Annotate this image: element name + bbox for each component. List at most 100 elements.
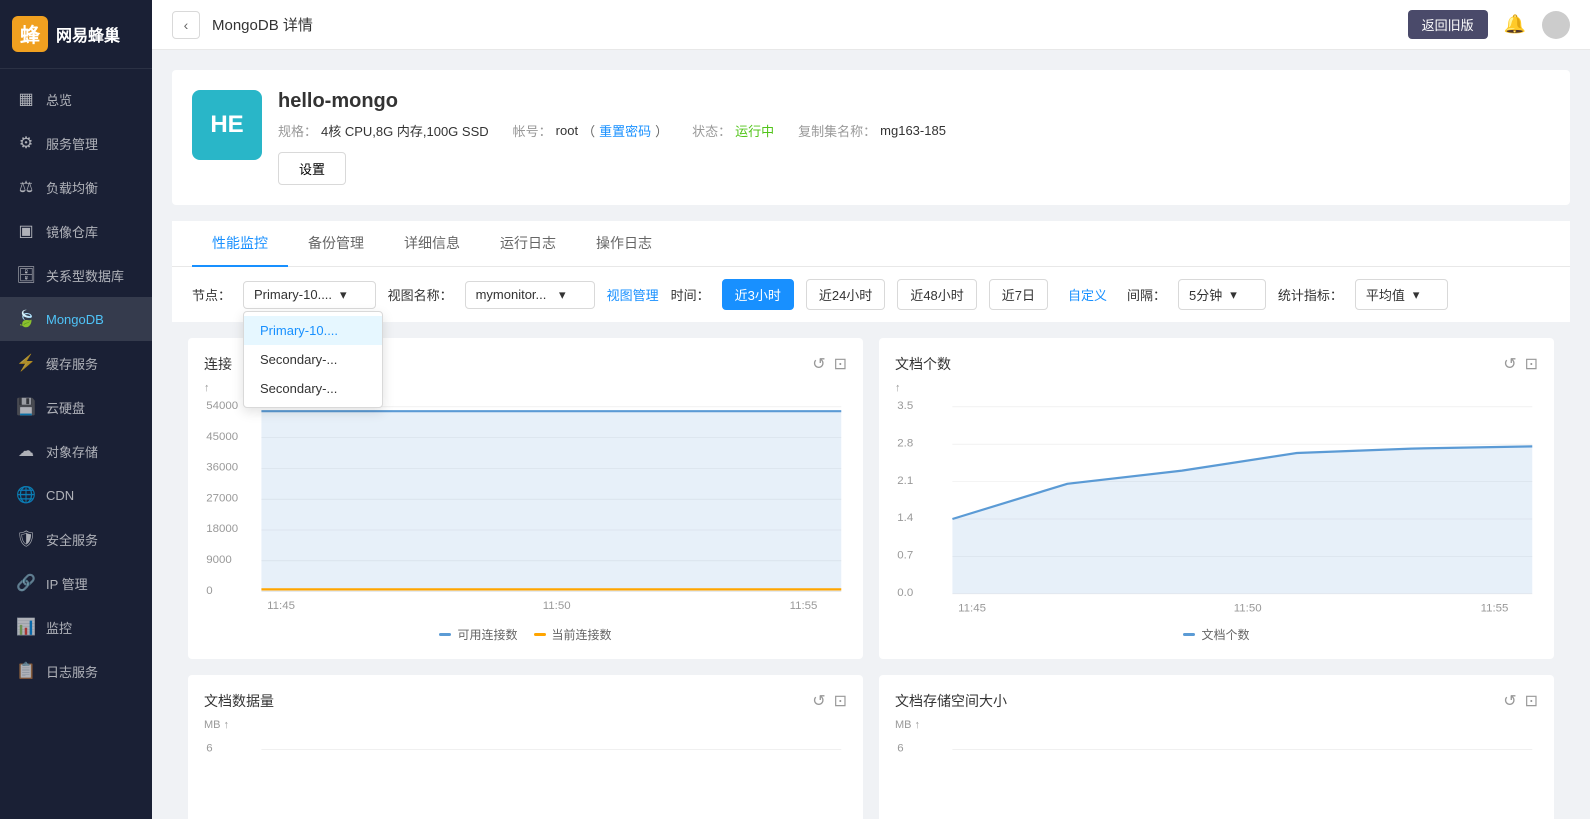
sidebar-item-disk[interactable]: 💾 云硬盘 xyxy=(0,385,152,429)
tab-detail[interactable]: 详细信息 xyxy=(384,221,480,267)
sidebar-item-label: 监控 xyxy=(46,618,72,637)
logo-text: 网易蜂巢 xyxy=(56,22,120,46)
reset-password-link[interactable]: 重置密码 xyxy=(599,121,651,140)
cache-icon: ⚡ xyxy=(16,353,36,373)
legend-label-doc-count: 文档个数 xyxy=(1201,626,1249,643)
logo-icon: 蜂 xyxy=(12,16,48,52)
stat-select-button[interactable]: 平均值 ▾ xyxy=(1355,279,1449,310)
user-avatar[interactable] xyxy=(1542,11,1570,39)
svg-text:18000: 18000 xyxy=(206,523,238,535)
sidebar-item-service[interactable]: ⚙ 服务管理 xyxy=(0,121,152,165)
sidebar-item-label: 缓存服务 xyxy=(46,354,98,373)
sidebar-item-rdb[interactable]: 🗄 关系型数据库 xyxy=(0,253,152,297)
chart-doc-count-area: 3.5 2.8 2.1 1.4 0.7 0.0 xyxy=(895,398,1538,618)
status-item: 状态： 运行中 xyxy=(692,121,774,140)
interval-select-button[interactable]: 5分钟 ▾ xyxy=(1178,279,1266,310)
node-option-secondary2[interactable]: Secondary-... xyxy=(244,374,382,403)
chart-doc-data-actions: ↺ ⊡ xyxy=(812,691,847,711)
view-select-wrapper: mymonitor... ▾ xyxy=(465,281,595,309)
tab-oplog[interactable]: 操作日志 xyxy=(576,221,672,267)
svg-text:蜂: 蜂 xyxy=(20,23,41,47)
expand-icon[interactable]: ⊡ xyxy=(1525,691,1538,711)
svg-text:2.1: 2.1 xyxy=(897,475,913,487)
chart-connections-area: 54000 45000 36000 27000 18000 9000 0 xyxy=(204,398,847,618)
node-option-primary[interactable]: Primary-10.... xyxy=(244,316,382,345)
legend-dot-orange xyxy=(534,633,546,636)
chart-doc-count-actions: ↺ ⊡ xyxy=(1503,354,1538,374)
chart-doc-data-area: 6 11:45 11:50 11:55 xyxy=(204,735,847,819)
sidebar-item-label: 安全服务 xyxy=(46,530,98,549)
legend-label-current: 当前连接数 xyxy=(552,626,612,643)
account-item: 帐号： root （重置密码） xyxy=(513,121,668,140)
sidebar-item-registry[interactable]: ▣ 镜像仓库 xyxy=(0,209,152,253)
sidebar-item-label: 镜像仓库 xyxy=(46,222,98,241)
tab-backup[interactable]: 备份管理 xyxy=(288,221,384,267)
security-icon: 🛡 xyxy=(16,529,36,549)
chart-doc-data: 文档数据量 ↺ ⊡ MB ↑ 6 11 xyxy=(188,675,863,819)
expand-icon[interactable]: ⊡ xyxy=(834,691,847,711)
page-title: MongoDB 详情 xyxy=(212,14,313,35)
refresh-icon[interactable]: ↺ xyxy=(1503,691,1516,711)
custom-time-button[interactable]: 自定义 xyxy=(1060,280,1115,309)
sidebar-item-cdn[interactable]: 🌐 CDN xyxy=(0,473,152,517)
interval-select-wrapper: 5分钟 ▾ xyxy=(1178,279,1266,310)
sidebar-item-ipmanage[interactable]: 🔗 IP 管理 xyxy=(0,561,152,605)
svg-text:6: 6 xyxy=(897,743,903,755)
instance-meta: 规格： 4核 CPU,8G 内存,100G SSD 帐号： root （重置密码… xyxy=(278,121,1550,140)
topbar-actions: 返回旧版 🔔 xyxy=(1408,10,1570,39)
stat-select-wrapper: 平均值 ▾ xyxy=(1355,279,1449,310)
back-button[interactable]: ‹ xyxy=(172,11,200,39)
node-option-secondary1[interactable]: Secondary-... xyxy=(244,345,382,374)
legend-doc-count: 文档个数 xyxy=(1183,626,1249,643)
view-select-button[interactable]: mymonitor... ▾ xyxy=(465,281,595,309)
content-area: HE hello-mongo 规格： 4核 CPU,8G 内存,100G SSD… xyxy=(152,50,1590,819)
chart-doc-storage: 文档存储空间大小 ↺ ⊡ MB ↑ 6 xyxy=(879,675,1554,819)
sidebar-item-label: 日志服务 xyxy=(46,662,98,681)
sidebar: 蜂 网易蜂巢 ▦ 总览 ⚙ 服务管理 ⚖ 负载均衡 ▣ 镜像仓库 🗄 关系型数据… xyxy=(0,0,152,819)
time-label: 时间： xyxy=(671,285,710,304)
chart-connections-legend: 可用连接数 当前连接数 xyxy=(204,626,847,643)
sidebar-item-cache[interactable]: ⚡ 缓存服务 xyxy=(0,341,152,385)
time-btn-24h[interactable]: 近24小时 xyxy=(806,279,885,310)
sidebar-item-storage[interactable]: ☁ 对象存储 xyxy=(0,429,152,473)
time-btn-48h[interactable]: 近48小时 xyxy=(897,279,976,310)
svg-text:0.7: 0.7 xyxy=(897,550,913,562)
sidebar-item-overview[interactable]: ▦ 总览 xyxy=(0,77,152,121)
sidebar-item-log[interactable]: 📋 日志服务 xyxy=(0,649,152,693)
node-current-value: Primary-10.... xyxy=(254,287,332,302)
sidebar-item-label: CDN xyxy=(46,488,74,503)
ip-icon: 🔗 xyxy=(16,573,36,593)
time-btn-3h[interactable]: 近3小时 xyxy=(722,279,794,310)
time-btn-7d[interactable]: 近7日 xyxy=(989,279,1048,310)
chart-doc-storage-area: 6 11:45 11:50 11:55 xyxy=(895,735,1538,819)
chart-doc-data-header: 文档数据量 ↺ ⊡ xyxy=(204,691,847,711)
svg-text:2.8: 2.8 xyxy=(897,438,913,450)
node-dropdown-menu: Primary-10.... Secondary-... Secondary-.… xyxy=(243,311,383,408)
expand-icon[interactable]: ⊡ xyxy=(1525,354,1538,374)
refresh-icon[interactable]: ↺ xyxy=(1503,354,1516,374)
view-current-value: mymonitor... xyxy=(476,287,547,302)
tab-runlog[interactable]: 运行日志 xyxy=(480,221,576,267)
expand-icon[interactable]: ⊡ xyxy=(834,354,847,374)
tab-monitor[interactable]: 性能监控 xyxy=(192,221,288,267)
refresh-icon[interactable]: ↺ xyxy=(812,354,825,374)
topbar: ‹ MongoDB 详情 返回旧版 🔔 xyxy=(152,0,1590,50)
sidebar-item-loadbalance[interactable]: ⚖ 负载均衡 xyxy=(0,165,152,209)
sidebar-item-label: 云硬盘 xyxy=(46,398,85,417)
settings-button[interactable]: 设置 xyxy=(278,152,346,185)
chart-doc-count-title: 文档个数 xyxy=(895,354,951,374)
disk-icon: 💾 xyxy=(16,397,36,417)
svg-text:11:45: 11:45 xyxy=(958,603,986,615)
sidebar-item-monitor[interactable]: 📊 监控 xyxy=(0,605,152,649)
bell-icon[interactable]: 🔔 xyxy=(1504,14,1526,35)
view-manage-link[interactable]: 视图管理 xyxy=(607,285,659,304)
node-label: 节点： xyxy=(192,285,231,304)
stat-label: 统计指标： xyxy=(1278,285,1343,304)
old-version-button[interactable]: 返回旧版 xyxy=(1408,10,1488,39)
sidebar-item-security[interactable]: 🛡 安全服务 xyxy=(0,517,152,561)
sidebar-item-mongodb[interactable]: 🍃 MongoDB xyxy=(0,297,152,341)
node-dropdown[interactable]: Primary-10.... ▾ Primary-10.... Secondar… xyxy=(243,281,376,309)
refresh-icon[interactable]: ↺ xyxy=(812,691,825,711)
node-select-button[interactable]: Primary-10.... ▾ xyxy=(243,281,376,309)
legend-current: 当前连接数 xyxy=(534,626,612,643)
